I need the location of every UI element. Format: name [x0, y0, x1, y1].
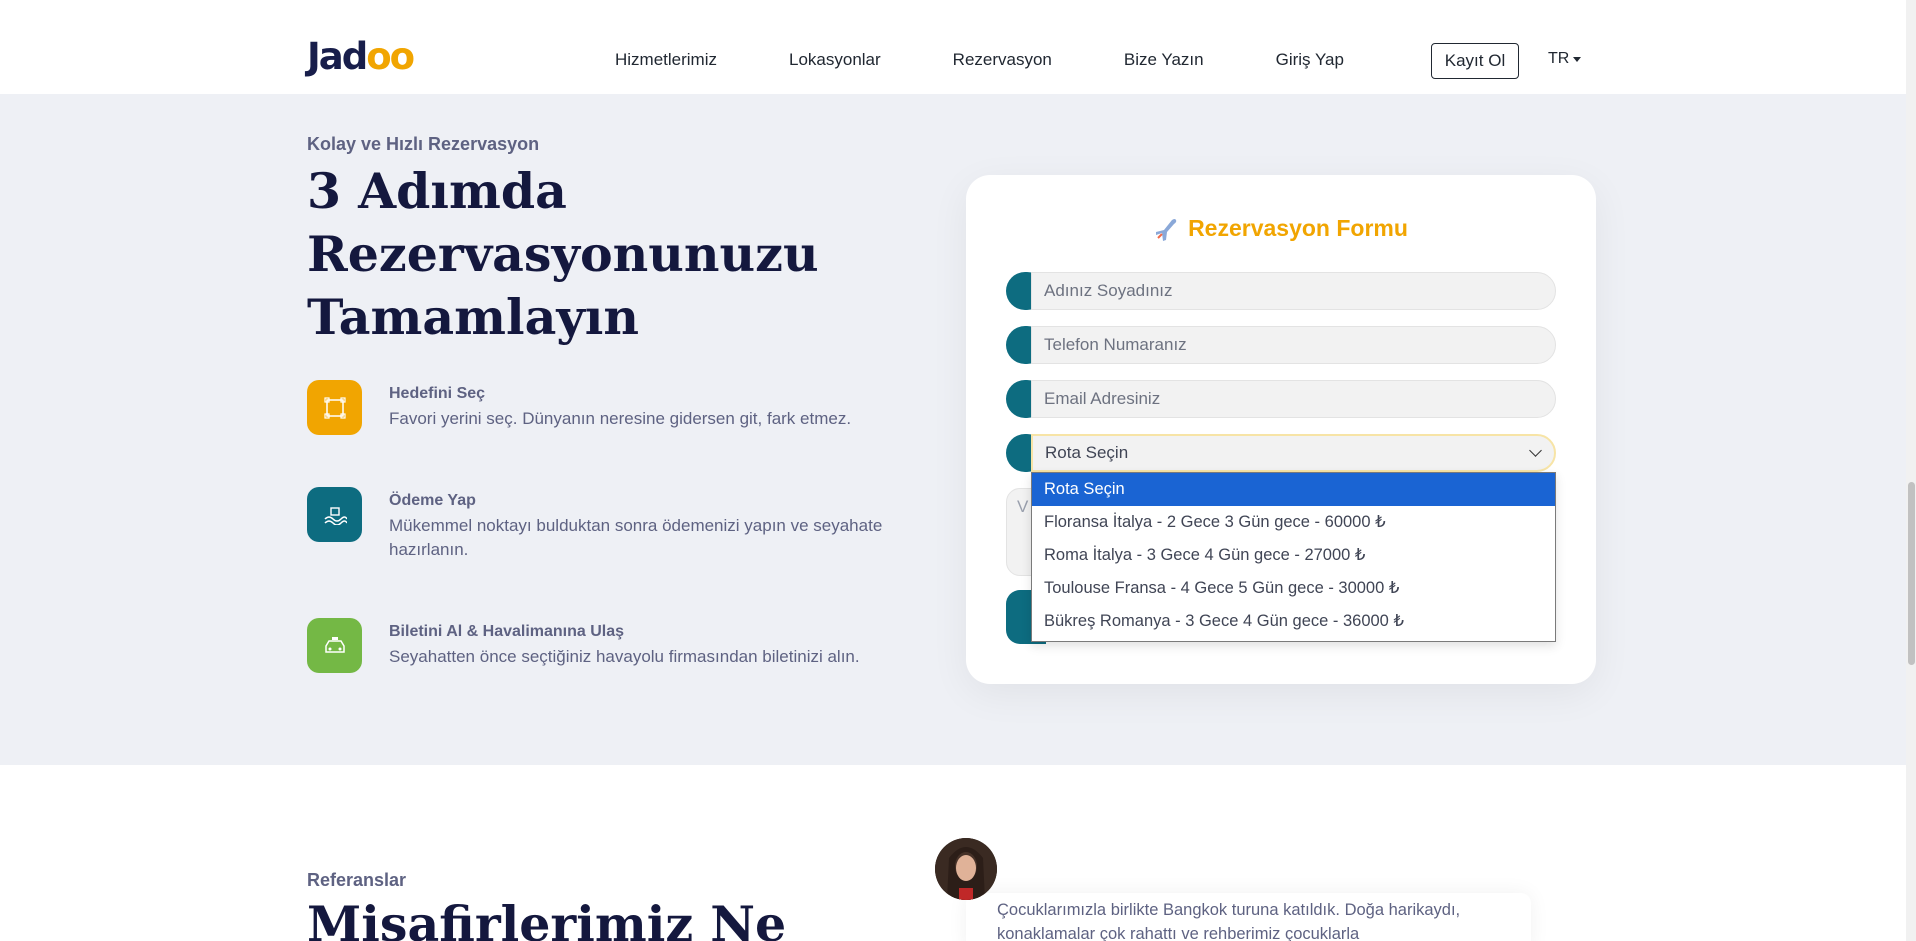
step-desc: Favori yerini seç. Dünyanın neresine gid… — [389, 409, 852, 428]
page-scrollbar[interactable] — [1906, 0, 1916, 941]
form-title-text: Rezervasyon Formu — [1188, 215, 1408, 241]
water-icon — [307, 487, 362, 542]
phone-field — [1006, 326, 1556, 364]
navbar: Jadoo Hizmetlerimiz Lokasyonlar Rezervas… — [0, 0, 1906, 94]
step-desc: Seyahatten önce seçtiğiniz havayolu firm… — [389, 647, 860, 666]
email-input[interactable] — [1031, 380, 1556, 418]
name-input[interactable] — [1031, 272, 1556, 310]
email-field — [1006, 380, 1556, 418]
phone-input[interactable] — [1031, 326, 1556, 364]
step-desc: Mükemmel noktayı bulduktan sonra ödemeni… — [389, 516, 883, 559]
step-title: Biletini Al & Havalimanına Ulaş — [389, 623, 625, 640]
booking-eyebrow: Kolay ve Hızlı Rezervasyon — [307, 134, 540, 154]
nav-link-locations[interactable]: Lokasyonlar — [789, 50, 881, 70]
nav-link-reservation[interactable]: Rezervasyon — [953, 50, 1052, 70]
booking-section — [0, 94, 1906, 765]
signup-button[interactable]: Kayıt Ol — [1431, 43, 1519, 79]
step-title: Hedefini Seç — [389, 385, 486, 402]
brand-logo[interactable]: Jadoo — [307, 35, 415, 78]
step-payment: Ödeme Yap Mükemmel noktayı bulduktan son… — [307, 487, 949, 562]
route-select-value: Rota Seçin — [1045, 443, 1129, 462]
avatar — [935, 838, 997, 900]
step-get-ticket: Biletini Al & Havalimanına Ulaş Seyahatt… — [307, 618, 949, 673]
step-choose-destination: Hedefini Seç Favori yerini seç. Dünyanın… — [307, 380, 949, 435]
nav-link-services[interactable]: Hizmetlerimiz — [615, 50, 717, 70]
form-title: Rezervasyon Formu — [966, 215, 1596, 242]
route-option[interactable]: Floransa İtalya - 2 Gece 3 Gün gece - 60… — [1032, 506, 1555, 539]
route-option[interactable]: Roma İtalya - 3 Gece 4 Gün gece - 27000 … — [1032, 539, 1555, 572]
scrollbar-thumb[interactable] — [1908, 482, 1915, 665]
language-dropdown[interactable]: TR — [1548, 50, 1582, 68]
booking-title: 3 Adımda Rezervasyonunuzu Tamamlayın — [307, 162, 819, 346]
brand-suffix: oo — [366, 35, 415, 78]
route-field: Rota Seçin — [1006, 434, 1556, 472]
message-partial-text: V — [1017, 497, 1029, 516]
caret-down-icon — [1573, 56, 1582, 62]
route-option[interactable]: Bükreş Romanya - 3 Gece 4 Gün gece - 360… — [1032, 605, 1555, 638]
nav-link-login[interactable]: Giriş Yap — [1276, 50, 1344, 70]
references-title: Misafirlerimiz Ne — [307, 895, 787, 941]
route-dropdown-list: Rota Seçin Floransa İtalya - 2 Gece 3 Gü… — [1031, 472, 1556, 642]
testimonial-text: Çocuklarımızla birlikte Bangkok turuna k… — [997, 901, 1461, 941]
language-label: TR — [1548, 50, 1570, 67]
route-option[interactable]: Toulouse Fransa - 4 Gece 5 Gün gece - 30… — [1032, 572, 1555, 605]
taxi-icon — [307, 618, 362, 673]
route-option[interactable]: Rota Seçin — [1032, 473, 1555, 506]
brand-prefix: Jad — [307, 35, 368, 78]
references-eyebrow: Referanslar — [307, 870, 407, 890]
airplane-icon — [1156, 218, 1177, 241]
name-field — [1006, 272, 1556, 310]
step-title: Ödeme Yap — [389, 492, 476, 509]
nav-link-contact[interactable]: Bize Yazın — [1124, 50, 1204, 70]
nav-links: Hizmetlerimiz Lokasyonlar Rezervasyon Bi… — [615, 48, 1416, 72]
route-select[interactable]: Rota Seçin — [1031, 434, 1556, 472]
crop-icon — [307, 380, 362, 435]
